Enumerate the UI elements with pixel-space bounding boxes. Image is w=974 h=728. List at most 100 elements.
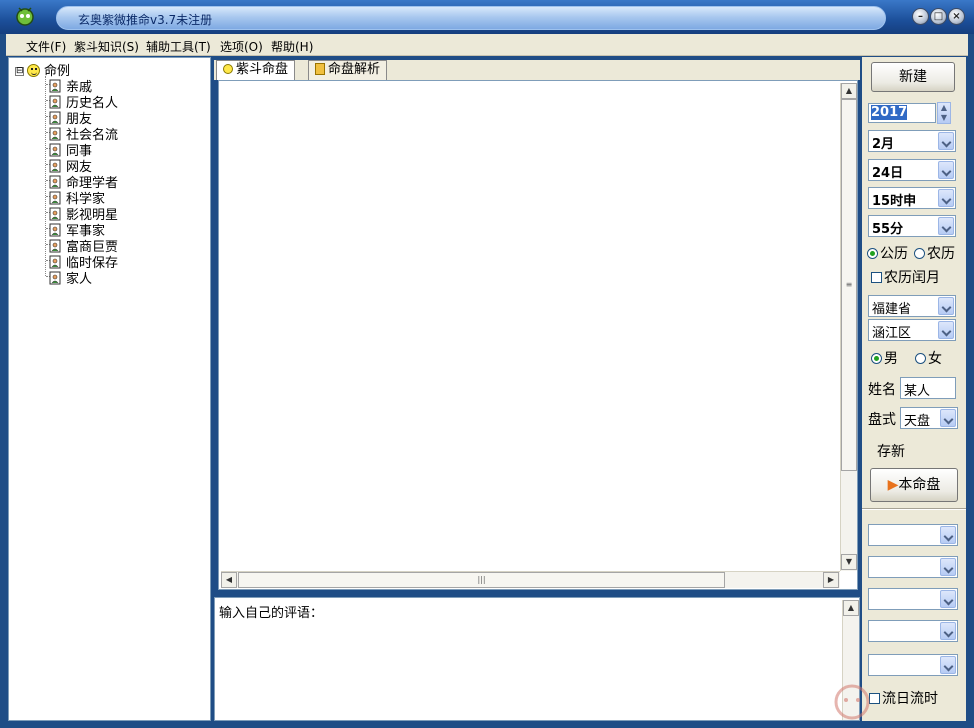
tree-root[interactable]: ⊟ 命例 bbox=[15, 60, 70, 79]
radio-icon bbox=[914, 248, 925, 259]
chevron-down-icon[interactable] bbox=[940, 590, 956, 608]
calendar-solar-label: 公历 bbox=[880, 246, 908, 262]
collapse-icon[interactable]: ⊟ bbox=[15, 67, 24, 76]
person-file-icon bbox=[49, 223, 61, 237]
minimize-icon: – bbox=[918, 11, 923, 22]
tree-item[interactable]: 军事家 bbox=[45, 220, 105, 239]
day-select[interactable]: 24日 bbox=[868, 159, 956, 181]
person-file-icon bbox=[49, 159, 61, 173]
this-chart-label: 本命盘 bbox=[898, 477, 941, 493]
radio-icon bbox=[915, 353, 926, 364]
title-bar: 玄奥紫微推命v3.7未注册 – □ × bbox=[0, 0, 974, 34]
flow-select-4[interactable] bbox=[868, 620, 958, 642]
female-radio[interactable]: 女 bbox=[915, 348, 942, 368]
tree-item[interactable]: 科学家 bbox=[45, 188, 105, 207]
maximize-button[interactable]: □ bbox=[930, 8, 947, 25]
person-file-icon bbox=[49, 191, 61, 205]
flow-select-3[interactable] bbox=[868, 588, 958, 610]
chart-area[interactable]: ▲ ≡ ▼ ◀ ||| ▶ bbox=[218, 80, 858, 590]
calendar-lunar-radio[interactable]: 农历 bbox=[914, 243, 955, 263]
chevron-down-icon[interactable] bbox=[938, 321, 954, 339]
person-file-icon bbox=[49, 79, 61, 93]
window-title: 玄奥紫微推命v3.7未注册 bbox=[78, 13, 213, 27]
tree-item[interactable]: 命理学者 bbox=[45, 172, 118, 191]
tree-item[interactable]: 同事 bbox=[45, 140, 92, 159]
scroll-right-icon[interactable]: ▶ bbox=[823, 572, 839, 588]
province-select[interactable]: 福建省 bbox=[868, 295, 956, 317]
close-icon: × bbox=[952, 11, 961, 22]
year-input[interactable]: 2017 bbox=[868, 103, 936, 123]
menu-bar: 文件(F) 紫斗知识(S) 辅助工具(T) 选项(O) 帮助(H) bbox=[6, 34, 968, 56]
menu-help[interactable]: 帮助(H) bbox=[271, 38, 313, 55]
scroll-thumb[interactable]: ≡ bbox=[841, 99, 857, 471]
new-button[interactable]: 新建 bbox=[871, 62, 955, 92]
chevron-down-icon[interactable] bbox=[940, 409, 956, 427]
hour-select[interactable]: 15时申 bbox=[868, 187, 956, 209]
person-file-icon bbox=[49, 143, 61, 157]
tab-analysis-label: 命盘解析 bbox=[328, 62, 381, 77]
chart-horizontal-scrollbar[interactable]: ◀ ||| ▶ bbox=[221, 571, 840, 588]
month-select[interactable]: 2月 bbox=[868, 130, 956, 152]
radio-selected-icon bbox=[871, 353, 882, 364]
tree-item[interactable]: 亲戚 bbox=[45, 76, 92, 95]
tree-item[interactable]: 朋友 bbox=[45, 108, 92, 127]
menu-options[interactable]: 选项(O) bbox=[220, 38, 263, 55]
chevron-down-icon[interactable] bbox=[940, 526, 956, 544]
comment-area[interactable]: 输入自己的评语： ▲ bbox=[214, 597, 860, 721]
tree-item[interactable]: 家人 bbox=[45, 268, 92, 287]
hour-value: 15时申 bbox=[872, 194, 917, 209]
tree-item[interactable]: 富商巨贾 bbox=[45, 236, 118, 255]
close-button[interactable]: × bbox=[948, 8, 965, 25]
tab-chart[interactable]: 紫斗命盘 bbox=[216, 60, 296, 80]
district-select[interactable]: 涵江区 bbox=[868, 319, 956, 341]
style-select[interactable]: 天盘 bbox=[900, 407, 958, 429]
year-spinner[interactable]: ▲ ▼ bbox=[937, 102, 951, 124]
flow-select-1[interactable] bbox=[868, 524, 958, 546]
watermark-logo bbox=[834, 684, 870, 720]
style-label: 盘式 bbox=[868, 412, 896, 428]
save-new-button[interactable]: 存新 bbox=[877, 441, 905, 461]
tree-item[interactable]: 历史名人 bbox=[45, 92, 118, 111]
chevron-down-icon[interactable] bbox=[940, 622, 956, 640]
comment-label: 输入自己的评语： bbox=[219, 606, 324, 621]
menu-file[interactable]: 文件(F) bbox=[26, 38, 66, 55]
flow-select-2[interactable] bbox=[868, 556, 958, 578]
tree-item[interactable]: 社会名流 bbox=[45, 124, 118, 143]
radio-selected-icon bbox=[867, 248, 878, 259]
menu-tools[interactable]: 辅助工具(T) bbox=[146, 38, 211, 55]
tree-item[interactable]: 临时保存 bbox=[45, 252, 118, 271]
scroll-left-icon[interactable]: ◀ bbox=[221, 572, 237, 588]
district-value: 涵江区 bbox=[872, 326, 912, 341]
calendar-solar-radio[interactable]: 公历 bbox=[867, 243, 908, 263]
book-icon bbox=[315, 63, 325, 75]
scroll-down-icon[interactable]: ▼ bbox=[841, 554, 857, 570]
tab-analysis[interactable]: 命盘解析 bbox=[308, 60, 388, 80]
day-value: 24日 bbox=[872, 166, 904, 181]
minimize-button[interactable]: – bbox=[912, 8, 929, 25]
tree-item[interactable]: 网友 bbox=[45, 156, 92, 175]
chevron-down-icon[interactable] bbox=[940, 558, 956, 576]
this-chart-button[interactable]: ▶本命盘 bbox=[870, 468, 958, 502]
male-radio[interactable]: 男 bbox=[871, 348, 898, 368]
female-label: 女 bbox=[928, 351, 942, 367]
chevron-down-icon[interactable] bbox=[938, 189, 954, 207]
play-icon: ▶ bbox=[887, 477, 899, 493]
menu-knowledge[interactable]: 紫斗知识(S) bbox=[74, 38, 139, 55]
chevron-down-icon[interactable] bbox=[938, 217, 954, 235]
chevron-down-icon[interactable] bbox=[938, 161, 954, 179]
horizontal-scroll-thumb[interactable]: ||| bbox=[238, 572, 725, 588]
right-panel-separator bbox=[862, 508, 966, 510]
style-value: 天盘 bbox=[904, 414, 931, 429]
comment-scroll-up-icon[interactable]: ▲ bbox=[843, 600, 859, 616]
checkbox-icon bbox=[871, 272, 882, 283]
leap-month-checkbox[interactable]: 农历闰月 bbox=[871, 267, 940, 287]
tree-item[interactable]: 影视明星 bbox=[45, 204, 118, 223]
chevron-down-icon[interactable] bbox=[938, 132, 954, 150]
chart-vertical-scrollbar[interactable]: ▲ ≡ ▼ bbox=[840, 83, 857, 571]
scroll-up-icon[interactable]: ▲ bbox=[841, 83, 857, 99]
chevron-down-icon[interactable] bbox=[938, 297, 954, 315]
tab-chart-label: 紫斗命盘 bbox=[236, 62, 289, 77]
month-value: 2月 bbox=[872, 137, 895, 152]
name-input[interactable]: 某人 bbox=[900, 377, 956, 399]
minute-select[interactable]: 55分 bbox=[868, 215, 956, 237]
